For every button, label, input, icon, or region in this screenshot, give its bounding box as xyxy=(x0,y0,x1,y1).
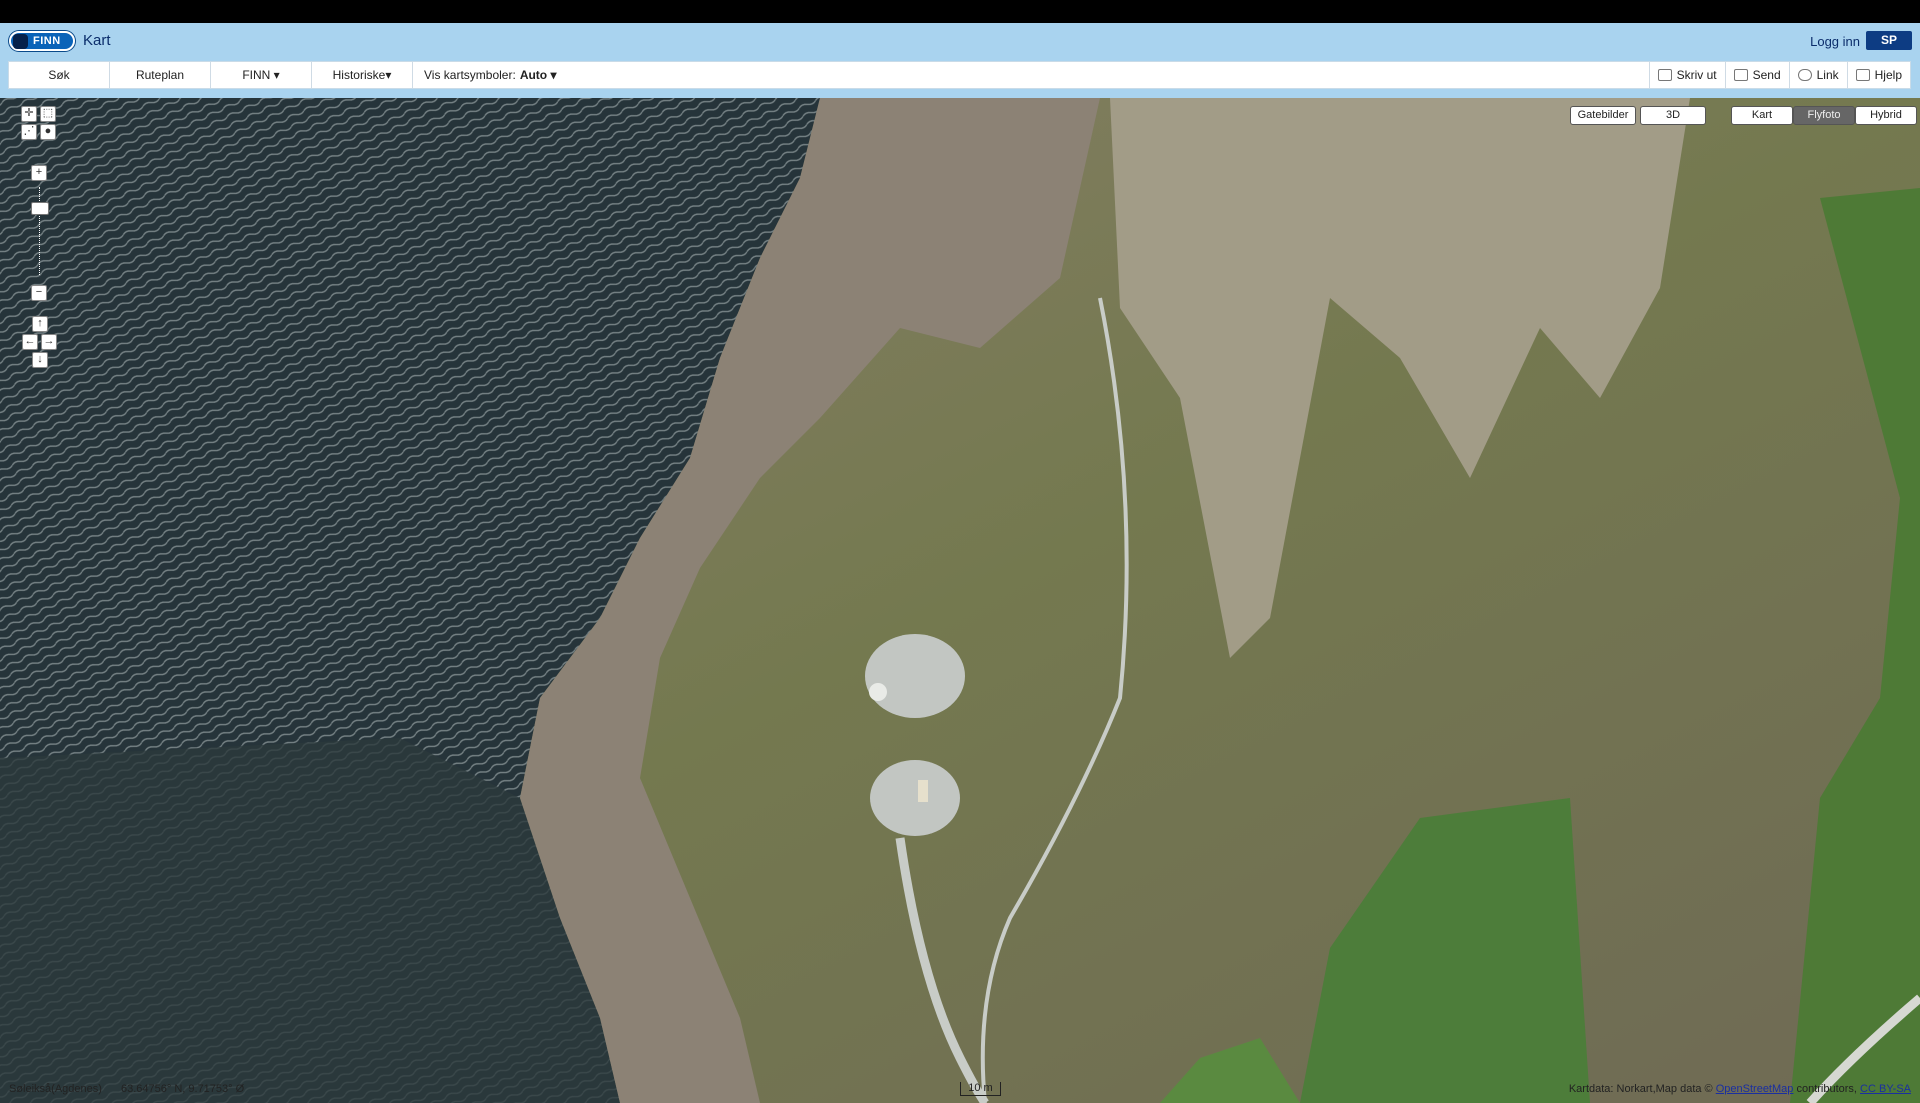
login-link[interactable]: Logg inn xyxy=(1810,34,1860,49)
sp-badge[interactable]: SP xyxy=(1866,31,1912,50)
pan-up-button[interactable]: ↑ xyxy=(32,316,48,332)
pan-left-button[interactable]: ← xyxy=(22,334,38,350)
envelope-icon xyxy=(1733,69,1748,81)
scale-bar: 10 m xyxy=(960,1082,1001,1096)
tab-finn-menu[interactable]: FINN ▾ xyxy=(211,62,312,88)
header: FINN Kart Logg inn SP Søk Ruteplan FINN … xyxy=(0,23,1920,98)
pan-right-button[interactable]: → xyxy=(41,334,57,350)
3d-button[interactable]: 3D xyxy=(1640,106,1706,125)
marker-tool-icon[interactable]: ● xyxy=(40,124,56,140)
link-button[interactable]: Link xyxy=(1788,62,1847,88)
send-label: Send xyxy=(1752,68,1781,82)
aerial-photo xyxy=(0,98,1920,1103)
help-button[interactable]: Hjelp xyxy=(1846,62,1910,88)
map-symbols-value: Auto ▾ xyxy=(519,68,557,82)
map-symbols-label: Vis kartsymboler: xyxy=(424,68,516,82)
print-button[interactable]: Skriv ut xyxy=(1648,62,1725,88)
map-symbols-dropdown[interactable]: Vis kartsymboler: Auto ▾ xyxy=(413,62,557,88)
app-title: Kart xyxy=(83,32,111,49)
finn-logo[interactable]: FINN xyxy=(9,31,75,51)
send-button[interactable]: Send xyxy=(1724,62,1789,88)
place-name: Søleikså(Agdenes) xyxy=(9,1083,102,1095)
attribution-mid: contributors, xyxy=(1796,1083,1857,1095)
measure-tool-icon[interactable]: ⋰ xyxy=(21,124,37,140)
building-shed xyxy=(918,780,928,802)
layer-map-button[interactable]: Kart xyxy=(1731,106,1793,125)
logo-text: FINN xyxy=(33,35,61,47)
gravel-pad-south xyxy=(870,760,960,836)
link-icon xyxy=(1797,69,1812,81)
license-link[interactable]: CC BY-SA xyxy=(1860,1083,1911,1095)
building-dome xyxy=(869,683,887,701)
link-label: Link xyxy=(1816,68,1839,82)
zoom-in-button[interactable]: + xyxy=(31,165,47,181)
layer-aerial-button[interactable]: Flyfoto xyxy=(1793,106,1855,125)
pan-down-button[interactable]: ↓ xyxy=(32,352,48,368)
print-label: Skriv ut xyxy=(1676,68,1717,82)
street-view-button[interactable]: Gatebilder xyxy=(1570,106,1636,125)
attribution-prefix: Kartdata: Norkart,Map data © xyxy=(1568,1083,1713,1095)
tab-historical-menu[interactable]: Historiske▾ xyxy=(312,62,413,88)
top-black-bar xyxy=(0,0,1920,23)
layer-hybrid-button[interactable]: Hybrid xyxy=(1855,106,1917,125)
map-view[interactable]: ✛ ⬚ ⋰ ● + − ↑ ← → ↓ Gatebilder 3D Kart F… xyxy=(0,98,1920,1103)
pan-tool-icon[interactable]: ✛ xyxy=(21,106,37,122)
printer-icon xyxy=(1657,69,1672,81)
coordinates: 63.64756° N, 9.71753° Ø xyxy=(121,1083,245,1095)
help-label: Hjelp xyxy=(1874,68,1902,82)
position-readout: Søleikså(Agdenes) 63.64756° N, 9.71753° … xyxy=(9,1083,260,1095)
zoom-out-button[interactable]: − xyxy=(31,285,47,301)
logo-square-icon xyxy=(13,34,28,49)
gravel-pad-north xyxy=(865,634,965,718)
toolbar: Søk Ruteplan FINN ▾ Historiske▾ Vis kart… xyxy=(8,61,1911,89)
attribution: Kartdata: Norkart,Map data © OpenStreetM… xyxy=(1569,1083,1911,1095)
zoom-slider-handle[interactable] xyxy=(31,202,49,215)
tab-route-planner[interactable]: Ruteplan xyxy=(110,62,211,88)
zoom-slider-track[interactable] xyxy=(39,187,41,275)
osm-link[interactable]: OpenStreetMap xyxy=(1716,1083,1794,1095)
toolbar-actions: Skriv ut Send Link Hjelp xyxy=(1648,62,1910,88)
tab-search[interactable]: Søk xyxy=(9,62,110,88)
help-icon xyxy=(1855,69,1870,81)
select-tool-icon[interactable]: ⬚ xyxy=(40,106,56,122)
